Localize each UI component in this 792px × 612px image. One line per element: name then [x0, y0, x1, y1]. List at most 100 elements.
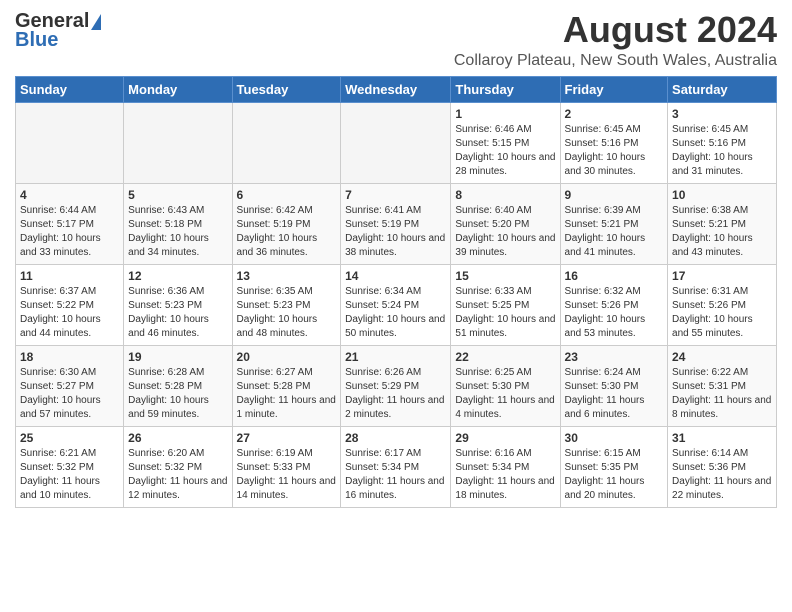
- day-info: Sunrise: 6:27 AMSunset: 5:28 PMDaylight:…: [237, 367, 336, 420]
- day-info: Sunrise: 6:44 AMSunset: 5:17 PMDaylight:…: [20, 205, 101, 258]
- logo-triangle-icon: [91, 14, 101, 30]
- calendar-cell: 25Sunrise: 6:21 AMSunset: 5:32 PMDayligh…: [16, 426, 124, 507]
- day-number: 20: [237, 350, 337, 364]
- day-info: Sunrise: 6:46 AMSunset: 5:15 PMDaylight:…: [455, 124, 555, 177]
- day-number: 9: [565, 188, 664, 202]
- day-number: 30: [565, 431, 664, 445]
- calendar-cell: 4 Sunrise: 6:44 AMSunset: 5:17 PMDaylight…: [16, 183, 124, 264]
- calendar-cell: 18 Sunrise: 6:30 AMSunset: 5:27 PMDayligh…: [16, 345, 124, 426]
- day-info: Sunrise: 6:17 AMSunset: 5:34 PMDaylight:…: [345, 448, 444, 501]
- day-number: 23: [565, 350, 664, 364]
- day-info: Sunrise: 6:38 AMSunset: 5:21 PMDaylight:…: [672, 205, 753, 258]
- calendar-table: SundayMondayTuesdayWednesdayThursdayFrid…: [15, 76, 777, 508]
- col-header-sunday: Sunday: [16, 76, 124, 102]
- col-header-friday: Friday: [560, 76, 668, 102]
- day-number: 14: [345, 269, 446, 283]
- logo-blue: Blue: [15, 29, 58, 52]
- day-info: Sunrise: 6:22 AMSunset: 5:31 PMDaylight:…: [672, 367, 771, 420]
- day-number: 28: [345, 431, 446, 445]
- day-info: Sunrise: 6:24 AMSunset: 5:30 PMDaylight:…: [565, 367, 645, 420]
- logo: General Blue: [15, 10, 101, 52]
- calendar-week-row: 25Sunrise: 6:21 AMSunset: 5:32 PMDayligh…: [16, 426, 777, 507]
- day-number: 10: [672, 188, 772, 202]
- col-header-saturday: Saturday: [668, 76, 777, 102]
- day-info: Sunrise: 6:41 AMSunset: 5:19 PMDaylight:…: [345, 205, 445, 258]
- calendar-cell: 5Sunrise: 6:43 AMSunset: 5:18 PMDaylight…: [124, 183, 232, 264]
- calendar-cell: 15Sunrise: 6:33 AMSunset: 5:25 PMDayligh…: [451, 264, 560, 345]
- day-info: Sunrise: 6:35 AMSunset: 5:23 PMDaylight:…: [237, 286, 318, 339]
- day-info: Sunrise: 6:40 AMSunset: 5:20 PMDaylight:…: [455, 205, 555, 258]
- calendar-cell: 21 Sunrise: 6:26 AMSunset: 5:29 PMDayligh…: [341, 345, 451, 426]
- day-number: 3: [672, 107, 772, 121]
- day-number: 2: [565, 107, 664, 121]
- col-header-tuesday: Tuesday: [232, 76, 341, 102]
- day-number: 18: [20, 350, 119, 364]
- day-number: 25: [20, 431, 119, 445]
- day-number: 24: [672, 350, 772, 364]
- day-number: 31: [672, 431, 772, 445]
- calendar-cell: 10 Sunrise: 6:38 AMSunset: 5:21 PMDayligh…: [668, 183, 777, 264]
- col-header-monday: Monday: [124, 76, 232, 102]
- main-title: August 2024: [454, 10, 777, 50]
- calendar-week-row: 18 Sunrise: 6:30 AMSunset: 5:27 PMDayligh…: [16, 345, 777, 426]
- col-header-wednesday: Wednesday: [341, 76, 451, 102]
- day-number: 16: [565, 269, 664, 283]
- day-info: Sunrise: 6:45 AMSunset: 5:16 PMDaylight:…: [565, 124, 646, 177]
- day-info: Sunrise: 6:20 AMSunset: 5:32 PMDaylight:…: [128, 448, 227, 501]
- day-number: 15: [455, 269, 555, 283]
- day-info: Sunrise: 6:19 AMSunset: 5:33 PMDaylight:…: [237, 448, 336, 501]
- calendar-cell: 12Sunrise: 6:36 AMSunset: 5:23 PMDayligh…: [124, 264, 232, 345]
- calendar-cell: 14Sunrise: 6:34 AMSunset: 5:24 PMDayligh…: [341, 264, 451, 345]
- day-info: Sunrise: 6:30 AMSunset: 5:27 PMDaylight:…: [20, 367, 101, 420]
- day-info: Sunrise: 6:25 AMSunset: 5:30 PMDaylight:…: [455, 367, 554, 420]
- day-info: Sunrise: 6:26 AMSunset: 5:29 PMDaylight:…: [345, 367, 444, 420]
- calendar-cell: 2 Sunrise: 6:45 AMSunset: 5:16 PMDaylight…: [560, 102, 668, 183]
- day-number: 22: [455, 350, 555, 364]
- day-info: Sunrise: 6:42 AMSunset: 5:19 PMDaylight:…: [237, 205, 318, 258]
- day-number: 8: [455, 188, 555, 202]
- calendar-cell: 8 Sunrise: 6:40 AMSunset: 5:20 PMDaylight…: [451, 183, 560, 264]
- calendar-cell: 28 Sunrise: 6:17 AMSunset: 5:34 PMDayligh…: [341, 426, 451, 507]
- calendar-cell: 6 Sunrise: 6:42 AMSunset: 5:19 PMDaylight…: [232, 183, 341, 264]
- calendar-cell: 31 Sunrise: 6:14 AMSunset: 5:36 PMDayligh…: [668, 426, 777, 507]
- calendar-cell: 29Sunrise: 6:16 AMSunset: 5:34 PMDayligh…: [451, 426, 560, 507]
- day-info: Sunrise: 6:14 AMSunset: 5:36 PMDaylight:…: [672, 448, 771, 501]
- day-info: Sunrise: 6:31 AMSunset: 5:26 PMDaylight:…: [672, 286, 753, 339]
- calendar-header-row: SundayMondayTuesdayWednesdayThursdayFrid…: [16, 76, 777, 102]
- day-number: 27: [237, 431, 337, 445]
- calendar-week-row: 11Sunrise: 6:37 AMSunset: 5:22 PMDayligh…: [16, 264, 777, 345]
- calendar-cell: 22 Sunrise: 6:25 AMSunset: 5:30 PMDayligh…: [451, 345, 560, 426]
- calendar-cell: 26 Sunrise: 6:20 AMSunset: 5:32 PMDayligh…: [124, 426, 232, 507]
- day-number: 26: [128, 431, 227, 445]
- page-header: General Blue August 2024 Collaroy Platea…: [15, 10, 777, 70]
- calendar-cell: 3 Sunrise: 6:45 AMSunset: 5:16 PMDaylight…: [668, 102, 777, 183]
- day-info: Sunrise: 6:15 AMSunset: 5:35 PMDaylight:…: [565, 448, 645, 501]
- calendar-cell: [16, 102, 124, 183]
- day-number: 13: [237, 269, 337, 283]
- calendar-cell: [124, 102, 232, 183]
- calendar-cell: 23 Sunrise: 6:24 AMSunset: 5:30 PMDayligh…: [560, 345, 668, 426]
- calendar-cell: 13 Sunrise: 6:35 AMSunset: 5:23 PMDayligh…: [232, 264, 341, 345]
- calendar-cell: 16Sunrise: 6:32 AMSunset: 5:26 PMDayligh…: [560, 264, 668, 345]
- title-section: August 2024 Collaroy Plateau, New South …: [454, 10, 777, 70]
- calendar-cell: 20 Sunrise: 6:27 AMSunset: 5:28 PMDayligh…: [232, 345, 341, 426]
- calendar-cell: 24 Sunrise: 6:22 AMSunset: 5:31 PMDayligh…: [668, 345, 777, 426]
- calendar-cell: 7Sunrise: 6:41 AMSunset: 5:19 PMDaylight…: [341, 183, 451, 264]
- calendar-cell: 9 Sunrise: 6:39 AMSunset: 5:21 PMDaylight…: [560, 183, 668, 264]
- day-number: 4: [20, 188, 119, 202]
- calendar-week-row: 1 Sunrise: 6:46 AMSunset: 5:15 PMDaylight…: [16, 102, 777, 183]
- day-info: Sunrise: 6:45 AMSunset: 5:16 PMDaylight:…: [672, 124, 753, 177]
- day-info: Sunrise: 6:36 AMSunset: 5:23 PMDaylight:…: [128, 286, 209, 339]
- day-number: 29: [455, 431, 555, 445]
- subtitle: Collaroy Plateau, New South Wales, Austr…: [454, 52, 777, 70]
- day-number: 11: [20, 269, 119, 283]
- day-number: 6: [237, 188, 337, 202]
- calendar-cell: 11Sunrise: 6:37 AMSunset: 5:22 PMDayligh…: [16, 264, 124, 345]
- day-number: 21: [345, 350, 446, 364]
- day-info: Sunrise: 6:39 AMSunset: 5:21 PMDaylight:…: [565, 205, 646, 258]
- day-number: 17: [672, 269, 772, 283]
- day-info: Sunrise: 6:28 AMSunset: 5:28 PMDaylight:…: [128, 367, 209, 420]
- calendar-cell: 30 Sunrise: 6:15 AMSunset: 5:35 PMDayligh…: [560, 426, 668, 507]
- day-number: 1: [455, 107, 555, 121]
- day-number: 5: [128, 188, 227, 202]
